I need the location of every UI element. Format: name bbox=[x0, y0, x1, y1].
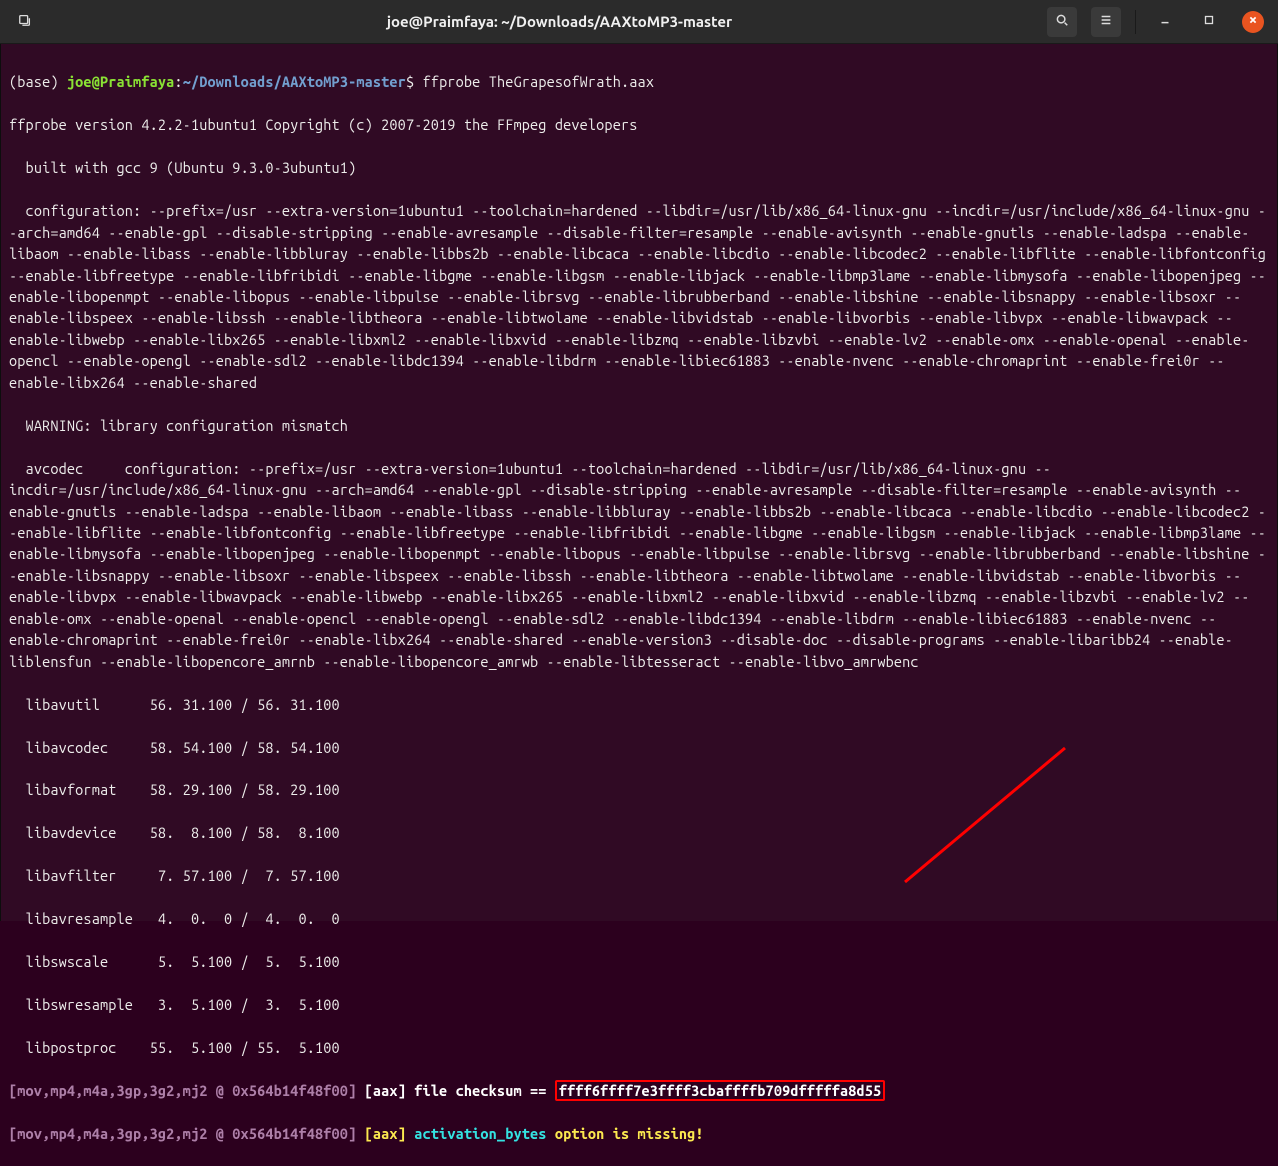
cwd-path: ~/Downloads/AAXtoMP3-master bbox=[183, 73, 406, 90]
new-tab-icon bbox=[18, 13, 32, 30]
menu-button[interactable] bbox=[1091, 7, 1121, 37]
hamburger-icon bbox=[1099, 13, 1113, 30]
user-host: joe@Praimfaya bbox=[67, 73, 175, 90]
window-titlebar: joe@Praimfaya: ~/Downloads/AAXtoMP3-mast… bbox=[0, 0, 1278, 44]
close-icon bbox=[1246, 13, 1260, 30]
command-text: ffprobe TheGrapesofWrath.aax bbox=[414, 73, 654, 90]
output-warning: WARNING: library configuration mismatch bbox=[9, 415, 1269, 436]
demuxer-tag: [mov,mp4,m4a,3gp,3g2,mj2 @ 0x564b14f48f0… bbox=[9, 1125, 356, 1142]
output-line: ffprobe version 4.2.2-1ubuntu1 Copyright… bbox=[9, 114, 1269, 135]
output-config: configuration: --prefix=/usr --extra-ver… bbox=[9, 200, 1269, 393]
colon: : bbox=[174, 73, 182, 90]
minimize-button[interactable] bbox=[1150, 7, 1180, 37]
search-button[interactable] bbox=[1047, 7, 1077, 37]
titlebar-divider bbox=[1135, 10, 1136, 34]
lib-version-row: libpostproc 55. 5.100 / 55. 5.100 bbox=[9, 1037, 1269, 1058]
lib-version-row: libavresample 4. 0. 0 / 4. 0. 0 bbox=[9, 908, 1269, 929]
lib-version-row: libavdevice 58. 8.100 / 58. 8.100 bbox=[9, 822, 1269, 843]
lib-version-row: libswresample 3. 5.100 / 3. 5.100 bbox=[9, 994, 1269, 1015]
lib-version-row: libavcodec 58. 54.100 / 58. 54.100 bbox=[9, 737, 1269, 758]
option-word: option bbox=[555, 1125, 613, 1142]
maximize-button[interactable] bbox=[1194, 7, 1224, 37]
aax-tag: [aax] bbox=[356, 1125, 414, 1142]
prompt-line: (base) joe@Praimfaya:~/Downloads/AAXtoMP… bbox=[9, 71, 1269, 92]
maximize-icon bbox=[1202, 13, 1216, 30]
search-icon bbox=[1055, 13, 1069, 30]
new-tab-button[interactable] bbox=[10, 7, 40, 37]
checksum-value: ffff6ffff7e3ffff3cbaffffb709dfffffa8d55 bbox=[555, 1080, 886, 1101]
close-button[interactable] bbox=[1242, 11, 1264, 33]
terminal-viewport[interactable]: (base) joe@Praimfaya:~/Downloads/AAXtoMP… bbox=[0, 44, 1278, 921]
lib-version-row: libswscale 5. 5.100 / 5. 5.100 bbox=[9, 951, 1269, 972]
missing-word: is missing! bbox=[613, 1125, 704, 1142]
activation-bytes-word: activation_bytes bbox=[414, 1125, 555, 1142]
aax-checksum-line: [mov,mp4,m4a,3gp,3g2,mj2 @ 0x564b14f48f0… bbox=[9, 1080, 1269, 1101]
minimize-icon bbox=[1158, 13, 1172, 30]
lib-version-row: libavfilter 7. 57.100 / 7. 57.100 bbox=[9, 865, 1269, 886]
output-avcodec: avcodec configuration: --prefix=/usr --e… bbox=[9, 458, 1269, 673]
aax-missing-line: [mov,mp4,m4a,3gp,3g2,mj2 @ 0x564b14f48f0… bbox=[9, 1123, 1269, 1144]
output-line: built with gcc 9 (Ubuntu 9.3.0-3ubuntu1) bbox=[9, 157, 1269, 178]
lib-version-row: libavutil 56. 31.100 / 56. 31.100 bbox=[9, 694, 1269, 715]
demuxer-tag: [mov,mp4,m4a,3gp,3g2,mj2 @ 0x564b14f48f0… bbox=[9, 1082, 356, 1099]
checksum-label: file checksum == bbox=[414, 1082, 555, 1099]
aax-tag: [aax] bbox=[356, 1082, 414, 1099]
window-title: joe@Praimfaya: ~/Downloads/AAXtoMP3-mast… bbox=[76, 13, 1043, 30]
venv-prefix: (base) bbox=[9, 73, 67, 90]
lib-version-row: libavformat 58. 29.100 / 58. 29.100 bbox=[9, 779, 1269, 800]
